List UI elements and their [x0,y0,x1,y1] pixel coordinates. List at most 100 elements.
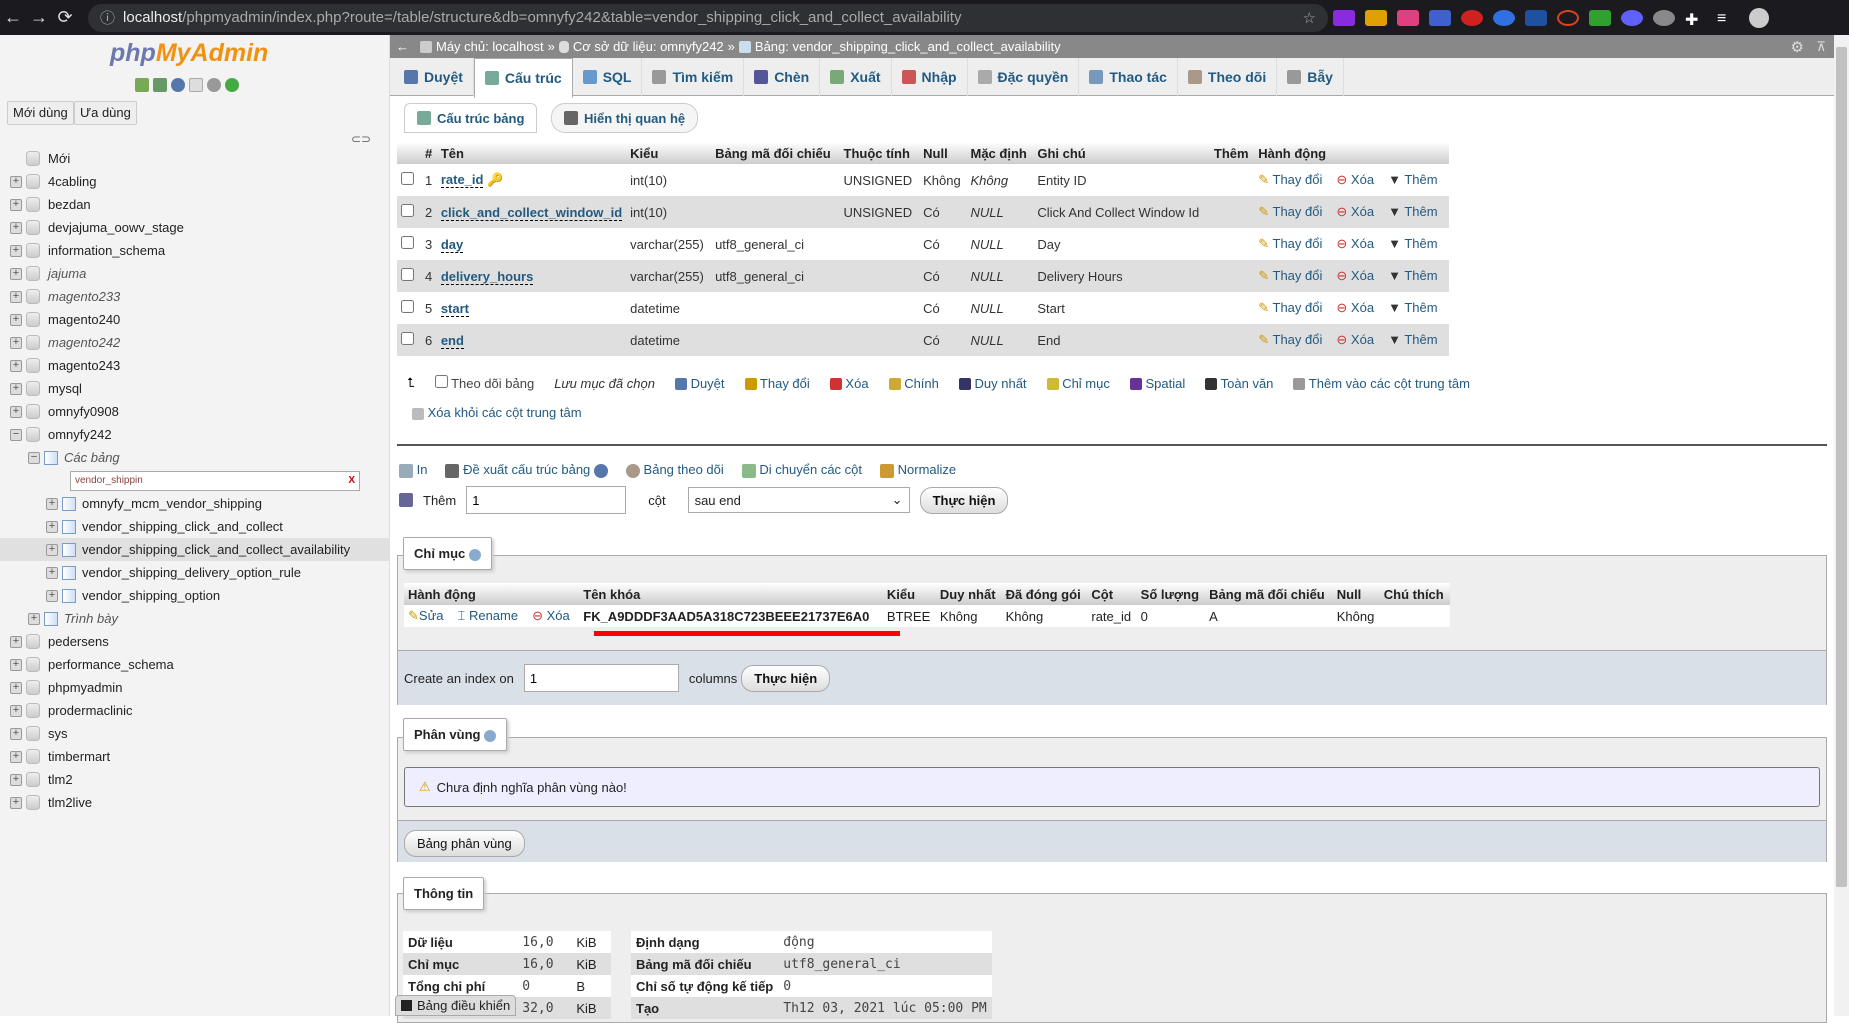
tree-item[interactable]: + tlm2 [0,768,390,791]
column-position-select[interactable]: sau end ⌄ [687,487,910,513]
bulk-action[interactable]: Duy nhất [958,376,1027,391]
bulk-action[interactable]: Thay đổi [744,376,810,391]
create-index-count[interactable] [523,664,679,692]
tab-1[interactable]: Cấu trúc [473,58,573,98]
row-checkbox[interactable] [401,268,414,281]
tab-3[interactable]: Tìm kiếm [642,58,745,96]
extension-icon[interactable] [1525,9,1547,26]
subtab-relation-view[interactable]: Hiển thị quan hệ [551,103,699,133]
tab-6[interactable]: Nhập [892,58,968,96]
bulk-action[interactable]: Xóa [829,376,869,391]
tree-item[interactable]: + devjajuma_oowv_stage [0,216,390,239]
extension-icon[interactable] [1589,9,1611,26]
bulk-action[interactable]: Spatial [1129,376,1185,391]
tree-item[interactable]: + jajuma [0,262,390,285]
tree-item[interactable]: + omnyfy0908 [0,400,390,423]
column-name-link[interactable]: click_and_collect_window_id [440,204,623,221]
back-icon[interactable]: ← [0,7,26,28]
row-checkbox[interactable] [401,236,414,249]
change-column-link[interactable]: ✎ Thay đổi [1258,236,1322,251]
check-all[interactable]: Theo dõi bảng [434,375,534,391]
bulk-action[interactable]: Chính [888,376,939,391]
drop-column-link[interactable]: ⊖ Xóa [1336,332,1374,347]
expand-icon[interactable]: + [10,313,22,326]
help-icon[interactable] [593,463,608,478]
subtab-table-structure[interactable]: Cấu trúc bảng [404,103,538,133]
phpmyadmin-logo[interactable]: phpMyAdmin [110,39,268,68]
add-column-count[interactable] [466,486,627,514]
avatar[interactable] [1749,7,1769,28]
partition-table-button[interactable]: Bảng phân vùng [404,830,525,857]
print-link[interactable]: In [399,462,427,478]
tree-item[interactable]: + phpmyadmin [0,676,390,699]
bulk-action[interactable]: Toàn văn [1205,376,1273,391]
tree-item[interactable]: − Các bảng [0,446,390,469]
extension-icon[interactable] [1429,9,1451,26]
breadcrumb-database[interactable]: Cơ sở dữ liệu: omnyfy242 [573,39,724,54]
bulk-remove-central[interactable]: Xóa khỏi các cột trung tâm [412,405,582,420]
add-column-go-button[interactable]: Thực hiện [919,486,1009,514]
tab-5[interactable]: Xuất [820,58,892,96]
adblock-icon[interactable] [1461,9,1483,26]
check-all-checkbox[interactable] [434,375,448,388]
more-actions-link[interactable]: ▼ Thêm [1388,300,1438,315]
extension-icon[interactable] [1365,9,1387,26]
expand-icon[interactable]: + [10,405,22,418]
tab-10[interactable]: Bẫy [1277,58,1344,96]
collapse-arrow-icon[interactable]: ← [396,39,409,54]
reload-icon[interactable]: ⟳ [52,7,78,28]
drop-column-link[interactable]: ⊖ Xóa [1336,300,1374,315]
expand-icon[interactable]: + [10,175,22,188]
change-column-link[interactable]: ✎ Thay đổi [1258,172,1322,187]
bookmark-star-icon[interactable]: ☆ [1303,9,1316,27]
tree-item[interactable]: +4cabling [0,170,390,193]
expand-icon[interactable]: + [10,704,22,717]
drop-column-link[interactable]: ⊖ Xóa [1336,236,1374,251]
expand-icon[interactable]: + [46,497,58,510]
expand-icon[interactable]: + [10,796,22,809]
more-actions-link[interactable]: ▼ Thêm [1388,172,1438,187]
settings-gear-icon[interactable]: ⚙ [1791,38,1804,56]
forward-icon[interactable]: → [26,7,52,28]
bulk-action[interactable]: Chỉ mục [1046,376,1110,391]
expand-icon[interactable]: + [46,589,58,602]
collapse-top-icon[interactable]: ⊼ [1816,39,1826,55]
extension-icon[interactable] [1397,9,1419,26]
row-checkbox[interactable] [401,172,414,185]
tree-item[interactable]: + pedersens [0,630,390,653]
extension-icon[interactable] [1653,9,1675,26]
expand-icon[interactable]: + [10,773,22,786]
drop-index-link[interactable]: ⊖ Xóa [532,608,570,623]
change-column-link[interactable]: ✎ Thay đổi [1258,332,1322,347]
row-checkbox[interactable] [401,300,414,313]
scrollbar-thumb[interactable] [1836,47,1847,887]
menu-icon[interactable]: ≡ [1717,10,1739,27]
extension-icon[interactable] [1621,9,1643,26]
row-checkbox[interactable] [401,332,414,345]
link-icon[interactable]: ⊂⊃ [351,132,371,146]
tree-item[interactable]: + vendor_shipping_delivery_option_rule [0,561,390,584]
tree-item[interactable]: + vendor_shipping_click_and_collect_avail… [0,538,390,561]
breadcrumb-table[interactable]: Bảng: vendor_shipping_click_and_collect_… [755,39,1061,54]
more-actions-link[interactable]: ▼ Thêm [1388,268,1438,283]
expand-icon[interactable]: + [10,359,22,372]
bulk-action[interactable]: Duyệt [674,376,725,391]
help-icon[interactable] [484,729,497,742]
expand-icon[interactable]: + [10,336,22,349]
tree-item[interactable]: + magento243 [0,354,390,377]
collapse-icon[interactable]: − [10,428,22,441]
more-actions-link[interactable]: ▼ Thêm [1388,204,1438,219]
table-filter-input[interactable]: vendor_shippin X [70,470,360,491]
tab-8[interactable]: Thao tác [1079,58,1178,96]
tree-item[interactable]: + vendor_shipping_click_and_collect [0,515,390,538]
extension-icon[interactable] [1333,9,1355,26]
column-name-link[interactable]: delivery_hours [440,268,534,285]
tab-0[interactable]: Duyệt [394,58,474,96]
expand-icon[interactable]: + [10,244,22,257]
column-name-link[interactable]: end [440,332,464,349]
row-checkbox[interactable] [401,204,414,217]
tree-item[interactable]: + magento240 [0,308,390,331]
tree-item[interactable]: + information_schema [0,239,390,262]
expand-icon[interactable]: + [10,290,22,303]
tab-4[interactable]: Chèn [744,58,821,96]
